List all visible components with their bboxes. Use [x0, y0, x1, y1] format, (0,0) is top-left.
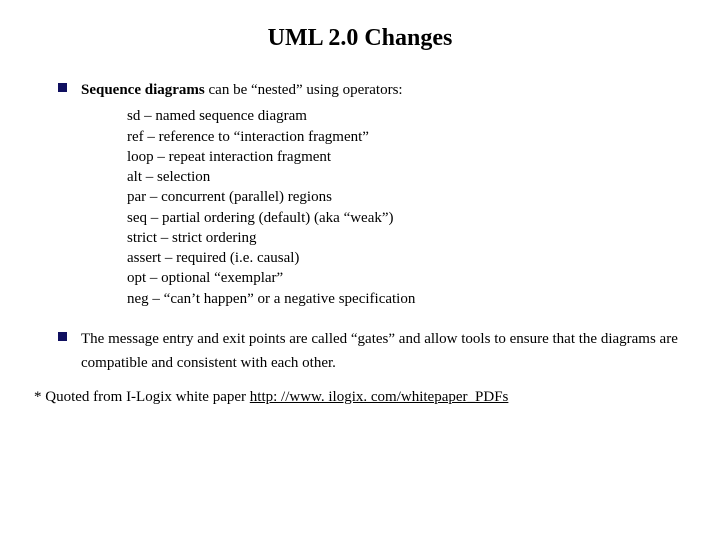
footnote: * Quoted from I-Logix white paper http: …: [34, 385, 692, 409]
list-item: alt – selection: [127, 167, 692, 187]
list-item: sd – named sequence diagram: [127, 106, 692, 126]
list-item: neg – “can’t happen” or a negative speci…: [127, 289, 692, 309]
list-item: strict – strict ordering: [127, 228, 692, 248]
page-title: UML 2.0 Changes: [28, 22, 692, 54]
list-item: assert – required (i.e. causal): [127, 248, 692, 268]
list-item: opt – optional “exemplar”: [127, 268, 692, 288]
operator-list: sd – named sequence diagram ref – refere…: [127, 106, 692, 309]
bullet-lead-rest: can be “nested” using operators:: [205, 82, 403, 98]
list-item: par – concurrent (parallel) regions: [127, 187, 692, 207]
square-bullet-icon: [58, 332, 67, 375]
bullet-item-2: The message entry and exit points are ca…: [28, 327, 692, 375]
list-item: seq – partial ordering (default) (aka “w…: [127, 208, 692, 228]
bullet-text: The message entry and exit points are ca…: [81, 327, 692, 375]
list-item: ref – reference to “interaction fragment…: [127, 127, 692, 147]
footnote-prefix: * Quoted from I-Logix white paper: [34, 389, 250, 405]
bullet-lead-bold: Sequence diagrams: [81, 82, 205, 98]
bullet-item-1: Sequence diagrams can be “nested” using …: [28, 78, 692, 317]
list-item: loop – repeat interaction fragment: [127, 147, 692, 167]
square-bullet-icon: [58, 83, 67, 317]
footnote-link[interactable]: http: //www. ilogix. com/whitepaper_PDFs: [250, 389, 509, 405]
bullet-text: Sequence diagrams can be “nested” using …: [81, 78, 692, 317]
